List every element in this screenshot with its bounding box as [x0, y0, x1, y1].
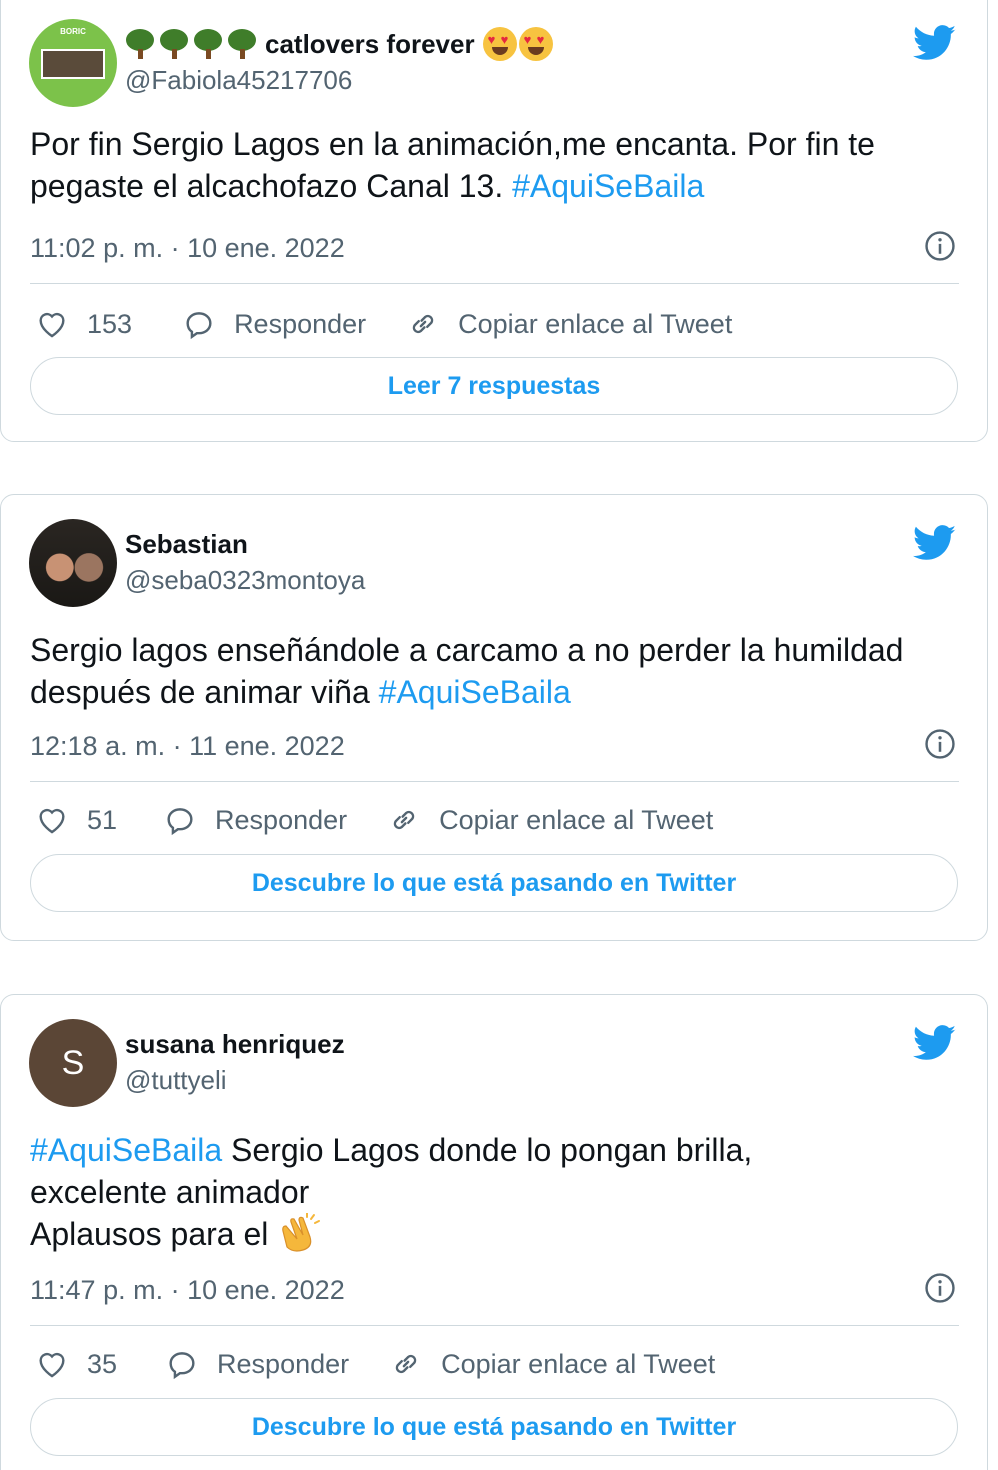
tweet-card[interactable]: BORIC catlovers forever ♥ ♥ ♥ ♥ @Fabiola45…	[0, 0, 988, 442]
info-icon[interactable]	[923, 1271, 957, 1305]
heart-icon	[35, 307, 69, 341]
tweet-text-body: Por fin Sergio Lagos en la animación,me …	[30, 126, 875, 204]
like-count: 51	[87, 804, 118, 835]
tree-emoji-icon	[125, 29, 257, 59]
display-name-row[interactable]: Sebastian	[125, 529, 248, 560]
tweet-timestamp-row: 11:02 p. m. · 10 ene. 2022	[30, 233, 957, 264]
reply-bubble-icon	[182, 307, 216, 341]
tweet-card[interactable]: Sebastian @seba0323montoya Sergio lagos …	[0, 494, 988, 941]
reply-bubble-icon	[165, 1347, 199, 1381]
like-button[interactable]: 51	[35, 803, 117, 837]
avatar[interactable]	[29, 519, 117, 607]
display-name-row[interactable]: susana henriquez	[125, 1029, 345, 1060]
display-name[interactable]: susana henriquez	[125, 1029, 345, 1060]
clapping-hands-icon	[282, 1213, 321, 1252]
heart-icon	[35, 803, 69, 837]
discover-twitter-button[interactable]: Descubre lo que está pasando en Twitter	[30, 1398, 958, 1456]
display-name[interactable]: Sebastian	[125, 529, 248, 560]
divider	[30, 781, 959, 782]
hashtag-link[interactable]: #AquiSeBaila	[512, 168, 704, 204]
twitter-bird-icon[interactable]	[913, 525, 957, 561]
hashtag-link[interactable]: #AquiSeBaila	[30, 1132, 222, 1168]
twitter-bird-icon[interactable]	[913, 25, 957, 61]
copy-link-label: Copiar enlace al Tweet	[439, 804, 714, 835]
link-icon	[387, 803, 421, 837]
avatar[interactable]: BORIC	[29, 19, 117, 107]
reply-button[interactable]: Responder	[163, 803, 347, 837]
tweet-timestamp[interactable]: 11:47 p. m. · 10 ene. 2022	[30, 1275, 345, 1305]
reply-label: Responder	[217, 1348, 350, 1379]
like-button[interactable]: 35	[35, 1347, 117, 1381]
tweet-text: #AquiSeBaila Sergio Lagos donde lo ponga…	[30, 1129, 957, 1255]
copy-link-label: Copiar enlace al Tweet	[441, 1348, 716, 1379]
tweet-timestamp[interactable]: 12:18 a. m. · 11 ene. 2022	[30, 731, 345, 761]
heart-icon	[35, 1347, 69, 1381]
tweet-text-line1: Sergio Lagos donde lo pongan brilla,	[222, 1132, 753, 1168]
like-button[interactable]: 153	[35, 307, 132, 341]
copy-link-label: Copiar enlace al Tweet	[458, 308, 733, 339]
display-name-row[interactable]: catlovers forever ♥ ♥ ♥ ♥	[125, 27, 553, 61]
display-name[interactable]: catlovers forever	[265, 29, 475, 60]
tweet-text-line3: Aplausos para el	[30, 1216, 278, 1252]
twitter-bird-icon[interactable]	[913, 1025, 957, 1061]
tweet-actions: 51 Responder Copiar enlace al Tweet	[35, 803, 713, 837]
avatar-letter: S	[61, 1043, 85, 1082]
avatar-caption: BORIC	[60, 27, 86, 36]
reply-label: Responder	[234, 308, 367, 339]
like-count: 35	[87, 1348, 118, 1379]
tweet-actions: 153 Responder Copiar enlace al Tweet	[35, 307, 732, 341]
tweet-actions: 35 Responder Copiar enlace al Tweet	[35, 1347, 715, 1381]
tweet-text: Por fin Sergio Lagos en la animación,me …	[30, 123, 957, 207]
copy-link-button[interactable]: Copiar enlace al Tweet	[389, 1347, 715, 1381]
copy-link-button[interactable]: Copiar enlace al Tweet	[387, 803, 713, 837]
info-icon[interactable]	[923, 229, 957, 263]
heart-eyes-emoji-icon: ♥ ♥ ♥ ♥	[482, 27, 553, 61]
reply-button[interactable]: Responder	[182, 307, 366, 341]
info-icon[interactable]	[923, 727, 957, 761]
user-handle[interactable]: @Fabiola45217706	[125, 65, 352, 96]
user-handle[interactable]: @seba0323montoya	[125, 565, 365, 596]
link-icon	[389, 1347, 423, 1381]
avatar-photo	[41, 49, 105, 79]
tweet-text: Sergio lagos enseñándole a carcamo a no …	[30, 629, 957, 713]
divider	[30, 283, 959, 284]
reply-bubble-icon	[163, 803, 197, 837]
user-handle[interactable]: @tuttyeli	[125, 1065, 227, 1096]
tweet-timestamp-row: 11:47 p. m. · 10 ene. 2022	[30, 1275, 957, 1306]
reply-label: Responder	[215, 804, 348, 835]
reply-button[interactable]: Responder	[165, 1347, 349, 1381]
read-replies-button[interactable]: Leer 7 respuestas	[30, 357, 958, 415]
tweet-timestamp[interactable]: 11:02 p. m. · 10 ene. 2022	[30, 233, 345, 263]
copy-link-button[interactable]: Copiar enlace al Tweet	[406, 307, 732, 341]
divider	[30, 1325, 959, 1326]
avatar[interactable]: S	[29, 1019, 117, 1107]
hashtag-link[interactable]: #AquiSeBaila	[379, 674, 571, 710]
discover-twitter-button[interactable]: Descubre lo que está pasando en Twitter	[30, 854, 958, 912]
like-count: 153	[87, 308, 133, 339]
link-icon	[406, 307, 440, 341]
tweet-card[interactable]: S susana henriquez @tuttyeli #AquiSeBail…	[0, 994, 988, 1470]
tweet-text-line2: excelente animador	[30, 1174, 310, 1210]
tweet-timestamp-row: 12:18 a. m. · 11 ene. 2022	[30, 731, 957, 762]
